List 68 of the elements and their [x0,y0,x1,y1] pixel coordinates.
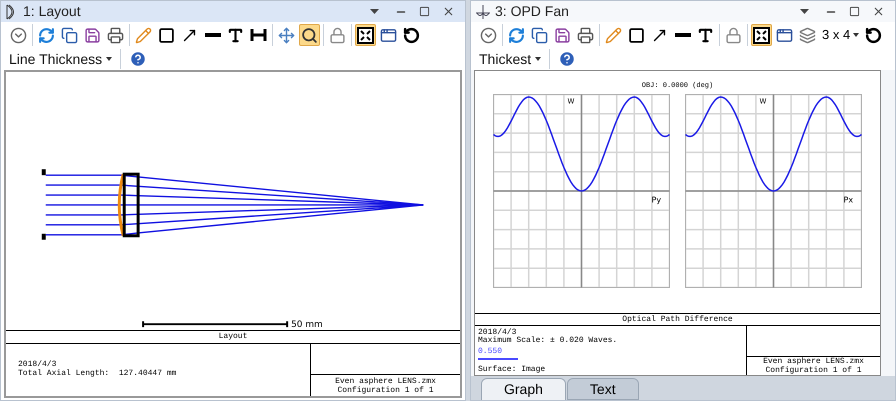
fit-icon [753,26,770,44]
plot-title: Layout [218,332,248,341]
help-icon[interactable] [129,50,148,68]
print-icon [107,26,124,44]
refresh-icon [508,26,525,44]
view-tab[interactable]: Text [566,378,639,400]
wavelength-label: 0.550 [478,348,504,356]
rectangle-icon [158,26,175,44]
window-icon [380,26,397,44]
zoom-icon [301,26,318,44]
save-icon [84,26,101,44]
view-tab[interactable]: Graph [481,378,566,400]
save-icon [554,26,571,44]
window-title: 3: OPD Fan [495,2,570,21]
pencil-icon [605,26,622,44]
grid-size-dropdown[interactable]: 3 x 4 [820,24,862,46]
lock-icon [725,26,742,44]
scale-label: 50 mm [291,320,323,330]
help-icon[interactable] [558,50,576,68]
info-line: 2018/4/3 [18,360,58,369]
chevron-down-icon [10,26,27,44]
aperture-marker [42,234,46,240]
plot-title: Optical Path Difference [622,315,733,324]
file-name: Even asphere LENS.zmx [335,377,436,386]
fit-button[interactable] [355,24,376,46]
axis-label: Px [844,195,854,204]
info-line: Maximum Scale: ± 0.020 Waves. [478,337,618,345]
configuration-label: Configuration 1 of 1 [337,386,434,395]
text-icon [697,26,714,44]
caret-icon [853,33,860,37]
line-thickness-dropdown[interactable]: Thickest [479,49,550,69]
fit-icon [357,26,374,44]
window-icon [776,26,793,44]
print-icon [577,26,594,44]
text-icon [227,26,244,44]
caret-icon [535,57,542,61]
refresh-icon [38,26,55,44]
chevron-down-icon [480,26,497,44]
dropdown-triangle-icon[interactable] [370,9,379,14]
lock-icon [329,26,346,44]
reset-icon [403,26,420,44]
layers-icon [799,26,816,44]
lens-element [118,172,140,238]
info-line: Total Axial Length: 127.40447 mm [18,369,178,378]
close-icon[interactable] [442,5,455,18]
configuration-label: Configuration 1 of 1 [765,366,862,375]
reset-icon [865,26,882,44]
maximize-icon[interactable] [849,6,860,17]
fit-button[interactable] [751,24,772,46]
rectangle-icon [628,26,645,44]
copy-icon [531,26,548,44]
zoom-button[interactable] [299,24,320,46]
aperture-marker [42,169,46,176]
dropdown-triangle-icon[interactable] [800,9,809,14]
info-line: 2018/4/3 [478,329,516,337]
close-icon[interactable] [872,5,885,18]
window-title: 1: Layout [23,2,82,21]
fan-icon [475,4,491,20]
pan-icon [278,26,295,44]
maximize-icon[interactable] [419,6,430,17]
axis-label: Py [652,195,662,204]
line-thickness-dropdown[interactable]: Line Thickness [9,49,122,69]
caret-icon [106,57,112,61]
file-name: Even asphere LENS.zmx [763,357,864,366]
copy-icon [61,26,78,44]
surface-label: Surface: Image [478,366,546,375]
pencil-icon [135,26,152,44]
dimension-icon [250,28,267,42]
